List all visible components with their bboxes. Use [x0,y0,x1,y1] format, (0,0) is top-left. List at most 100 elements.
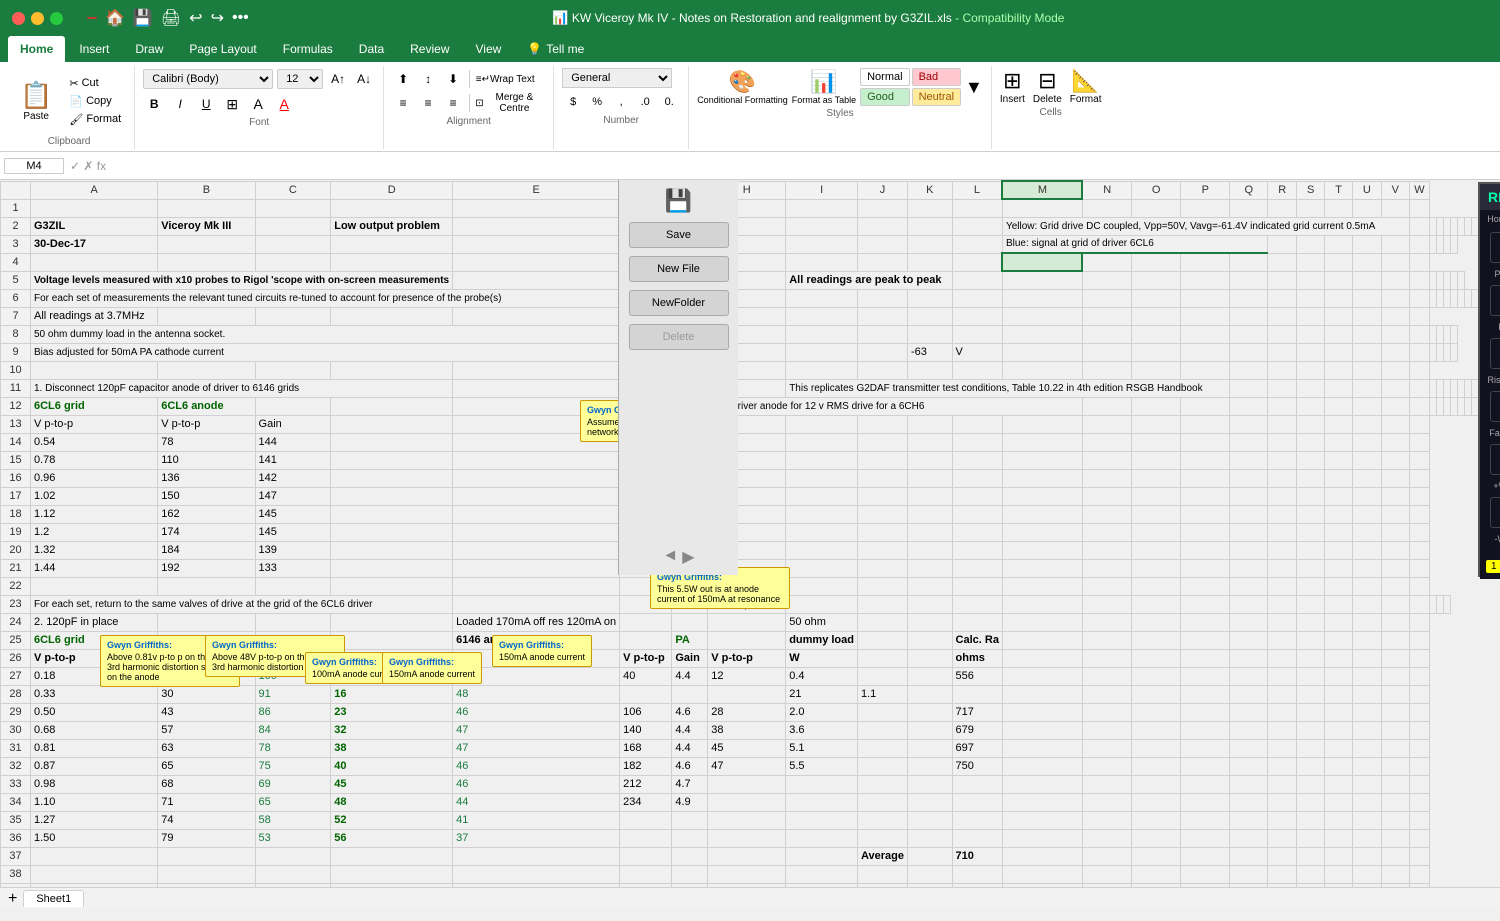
cell-u12[interactable] [1458,397,1465,415]
underline-button[interactable]: U [195,93,217,115]
align-top-button[interactable]: ⬆ [392,68,414,90]
cell-q28[interactable] [1230,685,1268,703]
cell-o38[interactable] [1132,865,1181,883]
cell-r17[interactable] [1268,487,1297,505]
cell-c14[interactable]: 144 [255,433,331,451]
width-plus-button[interactable]: ⊞ [1490,444,1500,475]
cell-v1[interactable] [1381,199,1409,217]
cell-g27[interactable]: 4.4 [672,667,708,685]
cell-a36[interactable]: 1.50 [31,829,158,847]
format-cells-button[interactable]: 📐 Format [1070,68,1102,105]
cell-v17[interactable] [1381,487,1409,505]
cell-w10[interactable] [1409,361,1429,379]
cell-n39[interactable] [1082,883,1131,887]
cell-v7[interactable] [1381,307,1409,325]
cell-q13[interactable] [1230,415,1268,433]
cell-l12[interactable] [1297,397,1325,415]
cell-f23[interactable] [786,595,858,613]
cell-r32[interactable] [1268,757,1297,775]
cell-s25[interactable] [1297,631,1325,649]
cell-e10[interactable] [453,361,620,379]
cell-o31[interactable] [1132,739,1181,757]
cell-j38[interactable] [858,865,908,883]
cell-v33[interactable] [1381,775,1409,793]
cell-m6[interactable] [1325,289,1353,307]
cell-q22[interactable] [1230,577,1268,595]
cell-o15[interactable] [1132,451,1181,469]
cell-i12[interactable] [1181,397,1230,415]
cell-u29[interactable] [1353,703,1382,721]
cell-i38[interactable] [786,865,858,883]
cell-c13[interactable]: Gain [255,415,331,433]
cell-f25[interactable] [620,631,672,649]
cell-t10[interactable] [1325,361,1353,379]
cell-j15[interactable] [858,451,908,469]
cell-j29[interactable] [858,703,908,721]
delete-panel-button[interactable]: Delete [629,324,729,350]
cell-e4[interactable] [453,253,620,271]
cell-a29[interactable]: 0.50 [31,703,158,721]
cell-i36[interactable] [786,829,858,847]
cell-l29[interactable]: 717 [952,703,1002,721]
cell-e36[interactable]: 37 [453,829,620,847]
row-header-34[interactable]: 34 [1,793,31,811]
cell-q16[interactable] [1230,469,1268,487]
cell-c6[interactable] [858,289,908,307]
cell-l38[interactable] [952,865,1002,883]
cell-g33[interactable]: 4.7 [672,775,708,793]
cell-r11[interactable] [1458,379,1465,397]
cell-a2[interactable]: G3ZIL [31,217,158,235]
cell-k28[interactable] [908,685,953,703]
cell-u4[interactable] [1353,253,1382,271]
insert-button[interactable]: ⊞ Insert [1000,68,1025,105]
cell-v15[interactable] [1381,451,1409,469]
cell-c10[interactable] [255,361,331,379]
tab-insert[interactable]: Insert [67,36,121,62]
cell-b4[interactable] [158,253,255,271]
cell-d14[interactable] [331,433,453,451]
width-minus-button[interactable]: ⊟ [1490,497,1500,528]
cell-f28[interactable] [620,685,672,703]
row-header-26[interactable]: 26 [1,649,31,667]
cell-o30[interactable] [1132,721,1181,739]
cell-w36[interactable] [1409,829,1429,847]
cell-t31[interactable] [1325,739,1353,757]
cell-h31[interactable]: 45 [708,739,786,757]
cell-c7[interactable] [255,307,331,325]
cell-w16[interactable] [1409,469,1429,487]
cell-i27[interactable]: 0.4 [786,667,858,685]
cell-l26[interactable]: ohms [952,649,1002,667]
cell-l31[interactable]: 697 [952,739,1002,757]
cell-b5[interactable] [453,271,620,289]
merge-center-button[interactable]: ⊡ Merge & Centre [475,92,545,114]
cell-n4[interactable] [1082,253,1131,271]
cell-d1[interactable] [331,199,453,217]
cell-s27[interactable] [1297,667,1325,685]
cell-a34[interactable]: 1.10 [31,793,158,811]
cell-p25[interactable] [1181,631,1230,649]
cell-a8[interactable]: 50 ohm dummy load in the antenna socket. [31,325,620,343]
cell-w38[interactable] [1409,865,1429,883]
cell-o26[interactable] [1132,649,1181,667]
cell-w3[interactable] [1451,235,1458,253]
cell-d12[interactable] [331,397,453,415]
cell-g5[interactable] [952,271,1002,289]
font-family-select[interactable]: Calibri (Body) [143,69,273,89]
cell-i32[interactable]: 5.5 [786,757,858,775]
cell-q11[interactable] [1451,379,1458,397]
cell-b20[interactable]: 184 [158,541,255,559]
cell-m34[interactable] [1002,793,1082,811]
cell-s31[interactable] [1297,739,1325,757]
cell-r30[interactable] [1268,721,1297,739]
cell-w21[interactable] [1409,559,1429,577]
cell-v29[interactable] [1381,703,1409,721]
cell-l36[interactable] [952,829,1002,847]
cell-u26[interactable] [1353,649,1382,667]
cell-e38[interactable] [453,865,620,883]
cell-t30[interactable] [1325,721,1353,739]
cell-e2[interactable] [453,217,620,235]
cell-d31[interactable]: 38 [331,739,453,757]
cell-j13[interactable] [858,415,908,433]
cell-h23[interactable] [908,595,953,613]
cell-n14[interactable] [1082,433,1131,451]
